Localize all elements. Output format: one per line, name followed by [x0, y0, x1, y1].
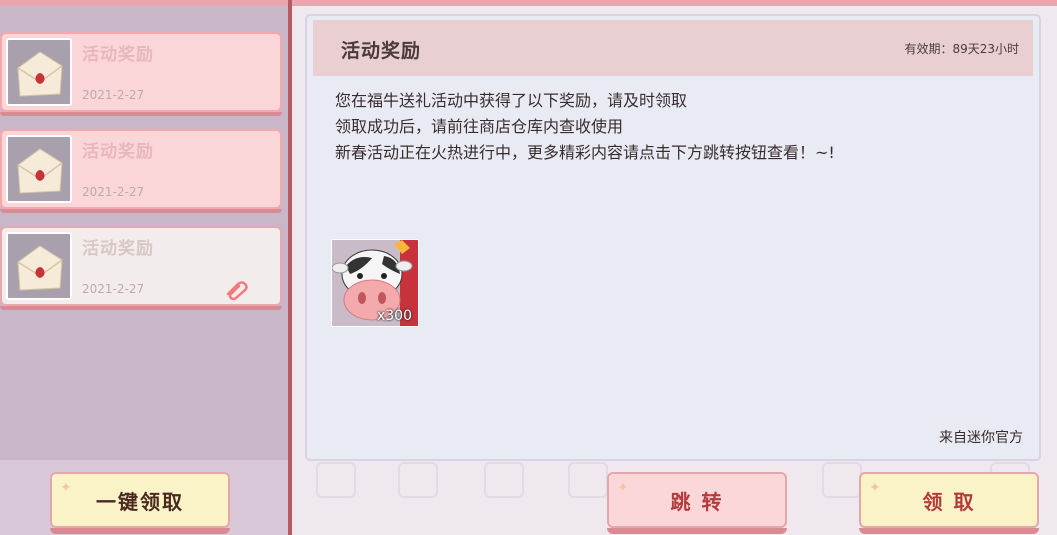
mail-item-title: 活动奖励 — [82, 239, 154, 259]
message-title: 活动奖励 — [341, 40, 422, 62]
envelope-icon — [6, 135, 72, 203]
sparkle-icon: ✦ — [60, 480, 74, 496]
mail-item-date: 2021-2-27 — [82, 185, 145, 199]
mail-item-selected[interactable]: 活动奖励 2021-2-27 — [0, 226, 282, 310]
jump-label: 跳 转 — [670, 489, 724, 514]
claim-label: 领 取 — [922, 489, 976, 514]
mail-list-panel: 活动奖励 2021-2-27 活动奖励 2021-2-27 活动奖励 2021-… — [0, 6, 290, 460]
button-shadow — [859, 528, 1039, 534]
paperclip-icon — [224, 278, 250, 301]
message-line: 您在福牛送礼活动中获得了以下奖励，请及时领取 — [335, 91, 688, 110]
background-decoration — [316, 462, 356, 498]
button-shadow — [50, 528, 230, 534]
jump-button[interactable]: ✦ 跳 转 — [607, 472, 787, 534]
mail-item-title: 活动奖励 — [82, 142, 154, 162]
background-decoration — [822, 462, 862, 498]
claim-button[interactable]: ✦ 领 取 — [859, 472, 1039, 534]
sparkle-icon: ✦ — [617, 480, 631, 496]
message-line: 新春活动正在火热进行中，更多精彩内容请点击下方跳转按钮查看！~! — [335, 143, 835, 162]
background-decoration — [568, 462, 608, 498]
mail-item-date: 2021-2-27 — [82, 282, 145, 296]
expiry-label: 有效期：89天23小时 — [904, 42, 1019, 56]
claim-all-label: 一键领取 — [96, 489, 184, 514]
reward-item[interactable]: x300 — [331, 239, 419, 327]
claim-all-button[interactable]: ✦ 一键领取 — [50, 472, 230, 534]
message-header: 活动奖励 有效期：89天23小时 — [313, 20, 1033, 76]
mail-item[interactable]: 活动奖励 2021-2-27 — [0, 129, 282, 213]
mail-item-shadow — [0, 209, 282, 213]
mail-item-date: 2021-2-27 — [82, 88, 145, 102]
reward-quantity: x300 — [376, 308, 412, 324]
message-line: 领取成功后，请前往商店仓库内查收使用 — [335, 117, 624, 136]
mail-item-shadow — [0, 306, 282, 310]
mail-item[interactable]: 活动奖励 2021-2-27 — [0, 32, 282, 116]
button-shadow — [607, 528, 787, 534]
envelope-icon — [6, 38, 72, 106]
message-sender: 来自迷你官方 — [939, 430, 1023, 446]
sparkle-icon: ✦ — [869, 480, 883, 496]
mail-item-shadow — [0, 112, 282, 116]
message-body: 您在福牛送礼活动中获得了以下奖励，请及时领取 领取成功后，请前往商店仓库内查收使… — [335, 88, 835, 166]
envelope-icon — [6, 232, 72, 300]
mail-item-title: 活动奖励 — [82, 45, 154, 65]
message-card: 活动奖励 有效期：89天23小时 您在福牛送礼活动中获得了以下奖励，请及时领取 … — [305, 14, 1041, 461]
background-decoration — [484, 462, 524, 498]
background-decoration — [398, 462, 438, 498]
